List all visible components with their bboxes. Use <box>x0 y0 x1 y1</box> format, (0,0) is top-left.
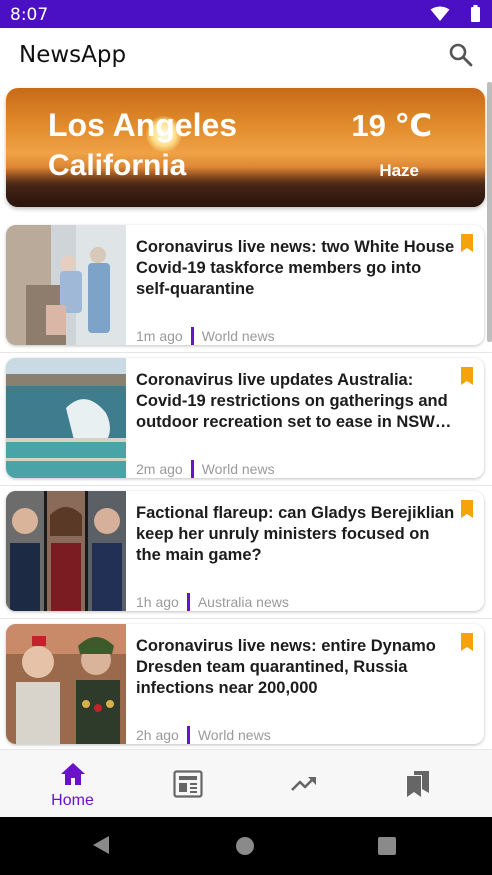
divider <box>0 485 492 486</box>
meta-separator <box>186 726 190 744</box>
news-meta: 2h ago World news <box>136 726 271 744</box>
status-bar: 8:07 <box>0 0 492 28</box>
status-time: 8:07 <box>10 5 49 25</box>
app-title: NewsApp <box>19 42 127 68</box>
news-category: World news <box>197 727 271 743</box>
system-navigation-bar <box>0 817 492 875</box>
home-circle-icon[interactable] <box>236 837 254 855</box>
news-thumbnail <box>6 491 126 611</box>
news-thumbnail <box>6 358 126 478</box>
news-card[interactable]: Coronavirus live news: two White House C… <box>6 225 484 345</box>
divider <box>0 618 492 619</box>
weather-city: Los Angeles <box>48 107 238 143</box>
bottom-navigation: Home <box>0 749 492 817</box>
news-headline: Coronavirus live news: two White House C… <box>136 238 455 298</box>
news-time: 2h ago <box>136 727 179 743</box>
bookmark-icon[interactable] <box>460 367 474 385</box>
news-category: World news <box>201 328 275 344</box>
news-meta: 2m ago World news <box>136 460 275 478</box>
bookmarks-icon <box>406 771 429 797</box>
news-category: World news <box>201 461 275 477</box>
meta-separator <box>190 327 194 345</box>
back-icon[interactable] <box>92 835 110 855</box>
nav-newspaper[interactable] <box>126 750 249 818</box>
news-headline: Coronavirus live updates Australia: Covi… <box>136 371 452 431</box>
news-meta: 1m ago World news <box>136 327 275 345</box>
bookmark-icon[interactable] <box>460 234 474 252</box>
scrollbar[interactable] <box>487 82 492 342</box>
meta-separator <box>190 460 194 478</box>
newspaper-icon <box>172 770 203 798</box>
news-headline: Factional flareup: can Gladys Berejiklia… <box>136 504 455 564</box>
news-card[interactable]: Coronavirus live news: entire Dynamo Dre… <box>6 624 484 744</box>
nav-bookmarks[interactable] <box>356 750 479 818</box>
nav-home-label: Home <box>51 792 94 809</box>
weather-card[interactable]: Los Angeles California 19 ℃ Haze <box>6 88 485 207</box>
news-card[interactable]: Factional flareup: can Gladys Berejiklia… <box>6 491 484 611</box>
wifi-icon <box>430 6 450 21</box>
news-time: 1m ago <box>136 328 183 344</box>
news-time: 1h ago <box>136 594 179 610</box>
nav-home[interactable]: Home <box>11 750 134 818</box>
weather-region: California <box>48 149 187 182</box>
search-icon[interactable] <box>448 42 474 68</box>
news-time: 2m ago <box>136 461 183 477</box>
divider <box>0 352 492 353</box>
nav-trending[interactable] <box>242 750 365 818</box>
bookmark-icon[interactable] <box>460 500 474 518</box>
battery-icon <box>471 5 480 22</box>
news-headline: Coronavirus live news: entire Dynamo Dre… <box>136 637 436 697</box>
weather-temperature: 19 ℃ <box>351 108 432 143</box>
news-card[interactable]: Coronavirus live updates Australia: Covi… <box>6 358 484 478</box>
recent-apps-icon[interactable] <box>378 837 396 855</box>
news-category: Australia news <box>197 594 289 610</box>
home-icon <box>60 763 85 785</box>
weather-condition: Haze <box>379 161 419 180</box>
news-thumbnail <box>6 225 126 345</box>
meta-separator <box>186 593 190 611</box>
trending-icon <box>290 777 316 791</box>
news-thumbnail <box>6 624 126 744</box>
news-meta: 1h ago Australia news <box>136 593 289 611</box>
bookmark-icon[interactable] <box>460 633 474 651</box>
app-bar: NewsApp <box>0 28 492 84</box>
